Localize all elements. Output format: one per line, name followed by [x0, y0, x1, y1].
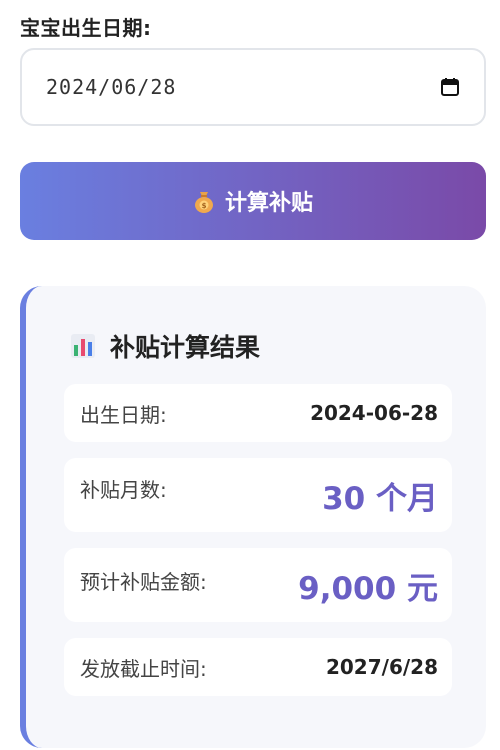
- bar-chart-icon: [70, 333, 96, 359]
- row-value: 30 个月: [322, 480, 438, 517]
- result-title-text: 补贴计算结果: [110, 333, 261, 362]
- money-bag-icon: $: [193, 188, 215, 214]
- row-value: 2024-06-28: [310, 401, 438, 425]
- result-row-months: 补贴月数: 30 个月: [64, 458, 452, 532]
- birth-date-value[interactable]: 2024/06/28: [46, 75, 440, 99]
- result-card: 补贴计算结果 出生日期: 2024-06-28 补贴月数: 30 个月 预计补贴…: [20, 286, 486, 748]
- result-row-amount: 预计补贴金额: 9,000 元: [64, 548, 452, 622]
- calculate-subsidy-button[interactable]: $ 计算补贴: [20, 162, 486, 240]
- result-row-deadline: 发放截止时间: 2027/6/28: [64, 638, 452, 696]
- row-label: 预计补贴金额:: [80, 570, 207, 594]
- birth-date-label: 宝宝出生日期:: [20, 16, 152, 40]
- row-label: 补贴月数:: [80, 478, 167, 502]
- calculate-subsidy-label: 计算补贴: [224, 191, 313, 216]
- row-label: 出生日期:: [80, 402, 167, 427]
- row-value: 2027/6/28: [325, 655, 438, 679]
- result-title: 补贴计算结果: [70, 328, 260, 364]
- svg-text:$: $: [202, 202, 207, 210]
- birth-date-input[interactable]: 2024/06/28: [20, 48, 486, 126]
- calendar-icon[interactable]: [440, 77, 460, 97]
- row-value: 9,000 元: [298, 570, 438, 607]
- result-row-birth-date: 出生日期: 2024-06-28: [64, 384, 452, 442]
- row-label: 发放截止时间:: [80, 656, 207, 681]
